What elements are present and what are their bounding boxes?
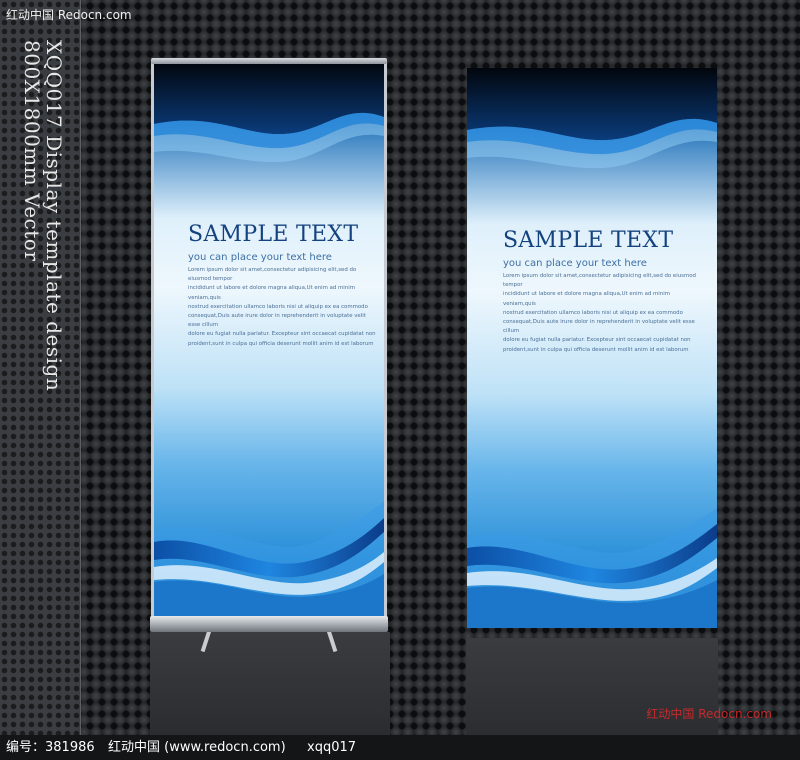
- banner-1-subtitle: you can place your text here: [188, 252, 332, 263]
- banner-2-text-block: SAMPLE TEXT you can place your text here…: [503, 228, 703, 355]
- rollup-banner-2: SAMPLE TEXT you can place your text here…: [467, 68, 717, 628]
- banner-2-title: SAMPLE TEXT: [503, 228, 674, 253]
- banner-1-body-line: dolore eu fugiat nulla pariatur. Excepte…: [188, 331, 376, 338]
- watermark-top-left: 红动中国 Redocn.com: [6, 8, 132, 22]
- stand-top-bar: [151, 58, 387, 64]
- banner-1-body-line: incididunt ut labore et dolore magna ali…: [188, 285, 355, 301]
- footer-site[interactable]: 红动中国 (www.redocn.com): [108, 735, 286, 760]
- banner-1-body-line: nostrud exercitation ullamco laboris nis…: [188, 303, 368, 310]
- banner-1-body-line: proident,sunt in culpa qui officia deser…: [188, 340, 374, 347]
- banner-1-body-line: Lorem ipsum dolor sit amet,consectetur a…: [188, 267, 357, 283]
- banner-2-body: Lorem ipsum dolor sit amet,consectetur a…: [503, 272, 703, 355]
- vertical-title: XQQ017 Display template design 800X1800m…: [20, 40, 68, 391]
- vertical-title-line-1: XQQ017 Display template design: [42, 40, 66, 392]
- banner-2-body-line: consequat,Duis aute irure dolor in repre…: [503, 319, 695, 335]
- stand-base: [150, 616, 388, 632]
- display-template-canvas: 红动中国 Redocn.com XQQ017 Display template …: [0, 0, 800, 735]
- watermark-bottom-right: 红动中国 Redocn.com: [646, 707, 772, 721]
- banner-2-body-line: incididunt ut labore et dolore magna ali…: [503, 291, 670, 307]
- banner-2-body-line: proident,sunt in culpa qui officia deser…: [503, 346, 689, 353]
- rollup-banner-1: SAMPLE TEXT you can place your text here…: [154, 62, 384, 622]
- footer-id-label: 编号：381986: [6, 740, 95, 755]
- banner-1-title: SAMPLE TEXT: [188, 222, 359, 247]
- banner-1-body-line: consequat,Duis aute irure dolor in repre…: [188, 313, 366, 329]
- banner-2-subtitle: you can place your text here: [503, 258, 647, 269]
- banner-1-text-block: SAMPLE TEXT you can place your text here…: [188, 222, 378, 349]
- footer-code: xqq017: [307, 740, 357, 755]
- vertical-title-line-2: 800X1800mm Vector: [20, 40, 44, 262]
- footer-bar: 编号：381986 红动中国 (www.redocn.com) xqq017: [0, 735, 800, 760]
- stand-pole-right: [384, 60, 387, 620]
- banner-2-body-line: dolore eu fugiat nulla pariatur. Excepte…: [503, 337, 691, 344]
- banner-2-body-line: nostrud exercitation ullamco laboris nis…: [503, 309, 683, 316]
- floor-shadow-left: [150, 632, 390, 735]
- banner-1-body: Lorem ipsum dolor sit amet,consectetur a…: [188, 266, 378, 349]
- banner-2-body-line: Lorem ipsum dolor sit amet,consectetur a…: [503, 273, 696, 289]
